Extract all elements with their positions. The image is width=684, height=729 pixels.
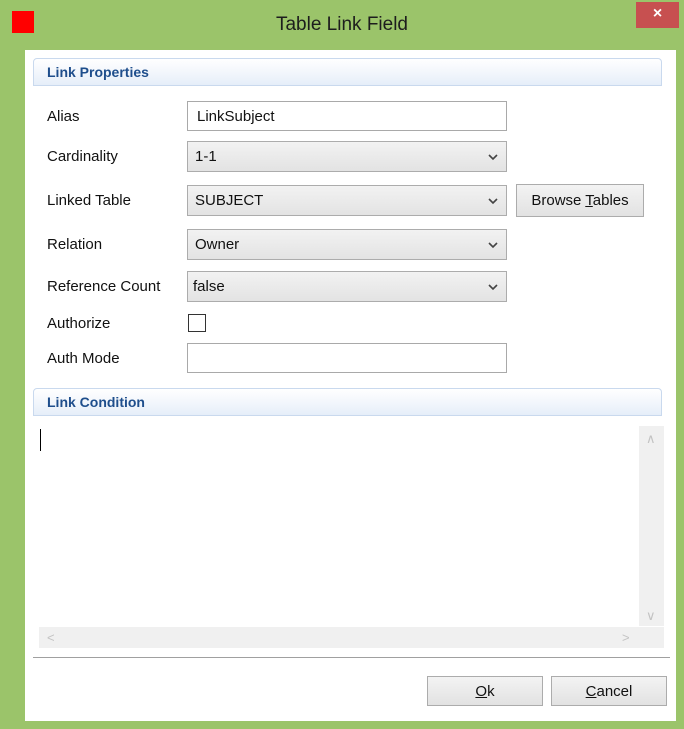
- title-bar[interactable]: Table Link Field ×: [0, 0, 684, 50]
- scroll-down-icon[interactable]: ∨: [646, 609, 656, 622]
- authorize-label: Authorize: [47, 315, 111, 332]
- linked-table-value: SUBJECT: [195, 192, 264, 209]
- footer-divider: [33, 657, 670, 658]
- authorize-checkbox[interactable]: [188, 314, 206, 332]
- relation-value: Owner: [195, 236, 240, 253]
- link-properties-header: Link Properties: [33, 58, 662, 86]
- vertical-scrollbar[interactable]: ∧ ∨: [639, 426, 664, 626]
- browse-tables-button[interactable]: Browse Tables: [516, 184, 644, 217]
- dialog-body: Link Properties Alias LinkSubject Cardin…: [25, 50, 676, 721]
- scroll-up-icon[interactable]: ∧: [646, 432, 656, 445]
- cardinality-label: Cardinality: [47, 148, 118, 165]
- cardinality-select[interactable]: 1-1: [187, 141, 507, 172]
- close-icon: ×: [652, 5, 663, 22]
- chevron-down-icon: [488, 242, 498, 249]
- ok-mnemonic: O: [475, 683, 488, 700]
- reference-count-label: Reference Count: [47, 278, 161, 295]
- chevron-down-icon: [488, 198, 498, 205]
- dialog-window: Table Link Field × Link Properties Alias…: [0, 0, 684, 729]
- link-condition-title: Link Condition: [47, 394, 145, 410]
- reference-count-value: false: [193, 278, 225, 295]
- horizontal-scrollbar[interactable]: < >: [39, 627, 639, 648]
- linked-table-label: Linked Table: [47, 192, 131, 209]
- auth-mode-input[interactable]: [187, 343, 507, 373]
- browse-tables-mnemonic: T: [585, 192, 593, 209]
- alias-label: Alias: [47, 108, 80, 125]
- ok-button[interactable]: Ok: [427, 676, 543, 706]
- reference-count-select[interactable]: false: [187, 271, 507, 302]
- chevron-down-icon: [488, 284, 498, 291]
- browse-tables-label-post: ables: [592, 192, 629, 209]
- scroll-left-icon[interactable]: <: [47, 631, 55, 644]
- cardinality-value: 1-1: [195, 148, 217, 165]
- linked-table-select[interactable]: SUBJECT: [187, 185, 507, 216]
- relation-select[interactable]: Owner: [187, 229, 507, 260]
- scroll-right-icon[interactable]: >: [622, 631, 630, 644]
- link-condition-editor[interactable]: [39, 426, 664, 648]
- chevron-down-icon: [488, 154, 498, 161]
- window-title: Table Link Field: [275, 14, 409, 35]
- browse-tables-label-pre: Browse: [531, 192, 586, 209]
- alias-input[interactable]: LinkSubject: [187, 101, 507, 131]
- close-button[interactable]: ×: [636, 2, 679, 28]
- cancel-button[interactable]: Cancel: [551, 676, 667, 706]
- link-properties-title: Link Properties: [47, 64, 149, 80]
- auth-mode-label: Auth Mode: [47, 350, 120, 367]
- relation-label: Relation: [47, 236, 103, 253]
- link-condition-header: Link Condition: [33, 388, 662, 416]
- cancel-mnemonic: C: [585, 683, 597, 700]
- text-caret: [40, 429, 41, 451]
- cancel-label-rest: ancel: [596, 683, 633, 700]
- scroll-corner: [639, 627, 664, 648]
- ok-label-rest: k: [487, 683, 495, 700]
